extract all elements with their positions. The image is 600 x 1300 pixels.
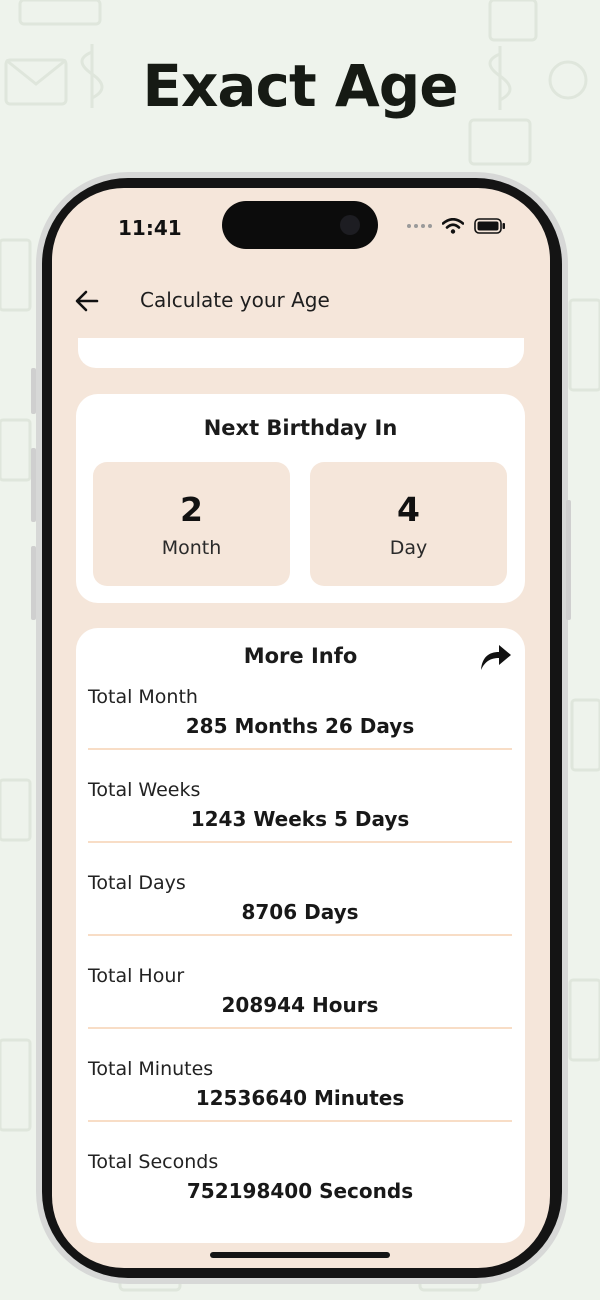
back-button[interactable] [70, 284, 104, 318]
signal-icon [407, 224, 432, 228]
info-row-value: 285 Months 26 Days [185, 714, 415, 738]
info-row-label: Total Minutes [88, 1058, 214, 1080]
status-icons [407, 218, 506, 234]
phone-side-button [566, 500, 571, 620]
info-row-total-month: Total Month 285 Months 26 Days [88, 686, 512, 779]
next-birthday-heading: Next Birthday In [203, 416, 398, 440]
next-birthday-month-value: 2 [180, 490, 203, 529]
divider [88, 1027, 512, 1029]
arrow-left-icon [75, 290, 99, 312]
more-info-heading: More Info [243, 644, 358, 668]
share-button[interactable] [479, 642, 513, 672]
status-time: 11:41 [118, 216, 182, 240]
home-indicator[interactable] [210, 1252, 390, 1258]
phone-side-button [31, 448, 36, 522]
app-bar: Calculate your Age [52, 280, 550, 320]
divider [88, 934, 512, 936]
info-row-value: 8706 Days [241, 900, 359, 924]
info-row-total-days: Total Days 8706 Days [88, 872, 512, 965]
info-row-value: 208944 Hours [221, 993, 379, 1017]
phone-screen: 11:41 Calculate your Age Next Birthday I… [52, 188, 550, 1268]
next-birthday-day-label: Day [389, 537, 428, 559]
next-birthday-month-box: 2 Month [93, 462, 290, 586]
info-row-total-seconds: Total Seconds 752198400 Seconds [88, 1151, 512, 1244]
share-arrow-icon [481, 645, 511, 670]
page-title: Calculate your Age [140, 288, 330, 312]
wifi-icon [442, 218, 464, 234]
info-row-total-hour: Total Hour 208944 Hours [88, 965, 512, 1058]
info-row-value: 752198400 Seconds [186, 1179, 414, 1203]
info-row-value: 12536640 Minutes [195, 1086, 405, 1110]
dynamic-island [222, 201, 378, 249]
info-row-label: Total Hour [88, 965, 185, 987]
divider [88, 748, 512, 750]
divider [88, 841, 512, 843]
info-row-label: Total Weeks [88, 779, 201, 801]
next-birthday-day-value: 4 [397, 490, 420, 529]
more-info-card: More Info Total Month 285 Months 26 Days… [76, 628, 525, 1243]
info-row-label: Total Days [88, 872, 186, 894]
previous-card-edge [78, 338, 524, 368]
info-row-total-minutes: Total Minutes 12536640 Minutes [88, 1058, 512, 1151]
next-birthday-month-label: Month [161, 537, 222, 559]
info-row-label: Total Seconds [88, 1151, 219, 1173]
promo-title: Exact Age [142, 52, 458, 120]
next-birthday-day-box: 4 Day [310, 462, 507, 586]
divider [88, 1120, 512, 1122]
camera-icon [340, 215, 360, 235]
info-row-value: 1243 Weeks 5 Days [190, 807, 410, 831]
phone-side-button [31, 368, 36, 414]
info-row-label: Total Month [88, 686, 198, 708]
next-birthday-card: Next Birthday In 2 Month 4 Day [76, 394, 525, 603]
phone-side-button [31, 546, 36, 620]
battery-icon [474, 218, 505, 234]
info-row-total-weeks: Total Weeks 1243 Weeks 5 Days [88, 779, 512, 872]
